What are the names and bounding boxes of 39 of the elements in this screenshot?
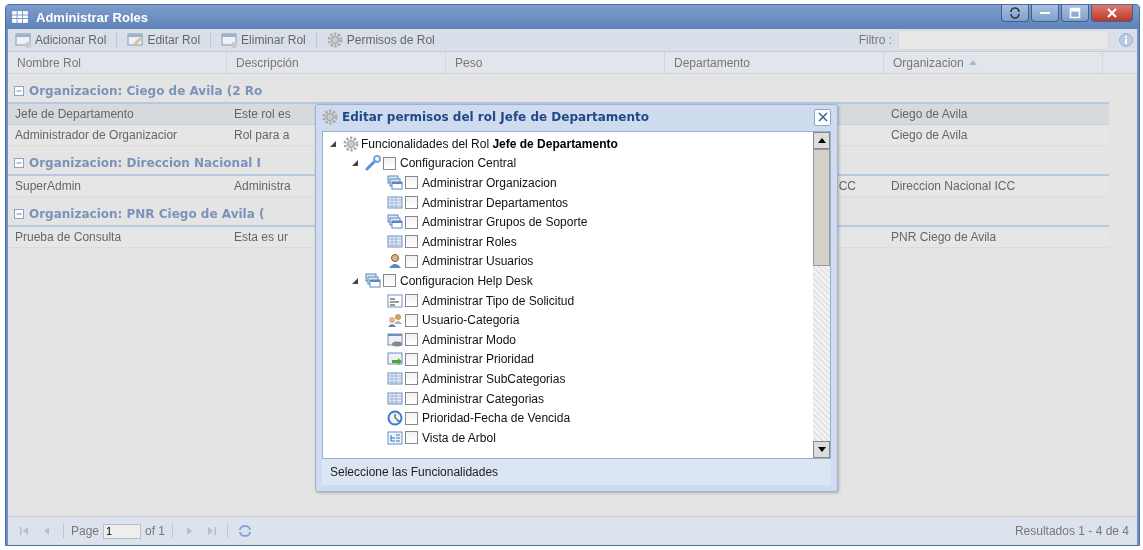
table-cell: Administrador de Organizacior [15, 128, 178, 142]
table-cell: Direccion Nacional ICC [891, 179, 1016, 193]
node-label: Funcionalidades del Rol Jefe de Departamento [361, 136, 618, 151]
table-cell: Ciego de Avila [891, 107, 968, 121]
node-label: Administrar Grupos de Soporte [422, 215, 588, 230]
node-label: Administrar Modo [422, 332, 517, 347]
node-label: Administrar Tipo de Solicitud [422, 293, 575, 308]
group-title: Organizacion: Direccion Nacional I [29, 156, 261, 170]
results-summary: Resultados 1 - 4 de 4 [1014, 524, 1129, 538]
node-label: Administrar Departamentos [422, 195, 569, 210]
table-cell: Este rol es [234, 107, 291, 121]
table-cell: SuperAdmin [15, 179, 82, 193]
node-label: Configuracion Help Desk [400, 273, 533, 288]
window-title: Administrar Roles [36, 9, 148, 25]
table-cell: Jefe de Departamento [15, 107, 134, 121]
table-cell: Prueba de Consulta [15, 230, 122, 244]
node-label: Administrar Categorias [422, 391, 545, 406]
node-label: Prioridad-Fecha de Vencida [422, 411, 571, 426]
node-label: Administrar Usuarios [422, 254, 534, 269]
table-cell: Rol para a [234, 128, 290, 142]
node-label: Administrar Roles [422, 234, 517, 249]
node-label: Vista de Arbol [422, 430, 496, 445]
table-cell: Administra [234, 179, 291, 193]
table-cell: CC [838, 179, 856, 193]
group-title: Organizacion: Ciego de Avila (2 Ro [29, 84, 263, 98]
node-label: Configuracion Central [400, 156, 517, 171]
dialog-title: Editar permisos del rol Jefe de Departamento [342, 110, 650, 124]
status-text: Seleccione las Funcionalidades [322, 459, 831, 485]
table-cell: Ciego de Avila [891, 128, 968, 142]
table-cell: PNR Ciego de Avila [891, 230, 997, 244]
page-count: of 1 [145, 524, 166, 538]
node-label: Administrar Prioridad [422, 352, 535, 367]
filter-label: Filtro : [858, 33, 892, 47]
page-label: Page [71, 524, 100, 538]
node-label: Usuario-Categoria [422, 313, 520, 328]
group-title: Organizacion: PNR Ciego de Avila ( [29, 207, 265, 221]
node-label: Administrar SubCategorias [422, 371, 566, 386]
table-cell: Esta es ur [234, 230, 289, 244]
node-label: Administrar Organizacion [422, 176, 557, 190]
